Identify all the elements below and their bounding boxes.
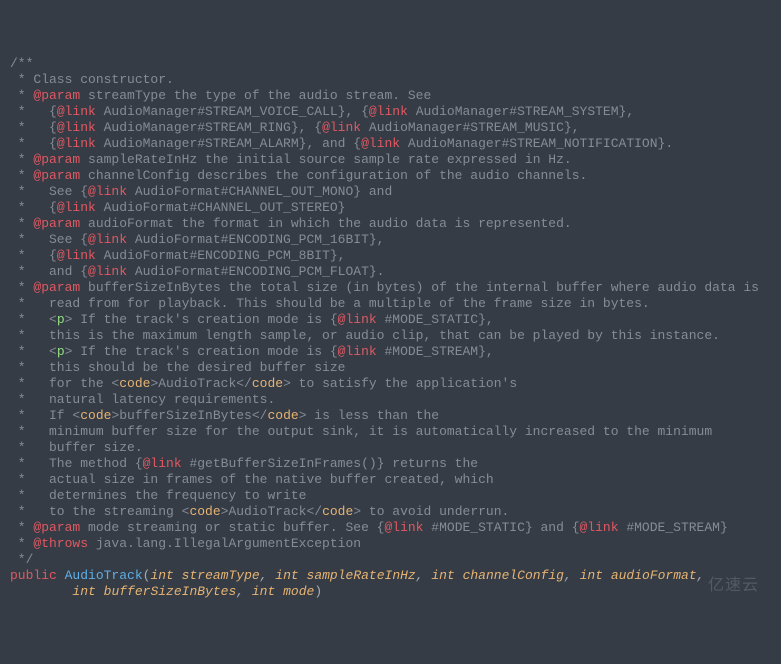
comment-line: * @param mode streaming or static buffer… — [10, 520, 728, 535]
link-tag: @link — [338, 344, 377, 359]
param-mode: mode — [283, 584, 314, 599]
code-tag: code — [322, 504, 353, 519]
code-tag: code — [80, 408, 111, 423]
link-tag: @link — [384, 520, 423, 535]
link-tag: @link — [361, 136, 400, 151]
param-bufferSizeInBytes: bufferSizeInBytes — [104, 584, 237, 599]
code-tag: code — [119, 376, 150, 391]
comment-line: * See {@link AudioFormat#CHANNEL_OUT_MON… — [10, 184, 392, 199]
comment-line: * {@link AudioManager#STREAM_RING}, {@li… — [10, 120, 580, 135]
comment-line: * See {@link AudioFormat#ENCODING_PCM_16… — [10, 232, 384, 247]
comment-line: * {@link AudioFormat#ENCODING_PCM_8BIT}, — [10, 248, 345, 263]
p-tag: p — [57, 312, 65, 327]
comment-line: * read from for playback. This should be… — [10, 296, 650, 311]
param-streamType: streamType — [182, 568, 260, 583]
comment-line: * for the <code>AudioTrack</code> to sat… — [10, 376, 517, 391]
class-name: AudioTrack — [65, 568, 143, 583]
comment-line: * @param audioFormat the format in which… — [10, 216, 572, 231]
comment-line: * <p> If the track's creation mode is {@… — [10, 344, 494, 359]
comment-line: * @param channelConfig describes the con… — [10, 168, 587, 183]
link-tag: @link — [57, 120, 96, 135]
param-tag: @param — [33, 280, 80, 295]
type-int: int — [150, 568, 173, 583]
throws-tag: @throws — [33, 536, 88, 551]
constructor-signature-line1: public AudioTrack(int streamType, int sa… — [10, 568, 704, 583]
param-sampleRateInHz: sampleRateInHz — [307, 568, 416, 583]
type-int: int — [275, 568, 298, 583]
code-tag: code — [252, 376, 283, 391]
comment-line: * {@link AudioFormat#CHANNEL_OUT_STEREO} — [10, 200, 345, 215]
link-tag: @link — [57, 200, 96, 215]
comment-line: * The method {@link #getBufferSizeInFram… — [10, 456, 478, 471]
comment-line: * @throws java.lang.IllegalArgumentExcep… — [10, 536, 361, 551]
link-tag: @link — [580, 520, 619, 535]
link-tag: @link — [57, 136, 96, 151]
param-audioFormat: audioFormat — [611, 568, 697, 583]
link-tag: @link — [57, 248, 96, 263]
param-tag: @param — [33, 216, 80, 231]
link-tag: @link — [338, 312, 377, 327]
param-tag: @param — [33, 88, 80, 103]
param-tag: @param — [33, 168, 80, 183]
link-tag: @link — [322, 120, 361, 135]
link-tag: @link — [88, 184, 127, 199]
type-int: int — [580, 568, 603, 583]
code-block: /** * Class constructor. * @param stream… — [10, 56, 771, 600]
link-tag: @link — [88, 232, 127, 247]
type-int: int — [72, 584, 95, 599]
comment-line: * {@link AudioManager#STREAM_ALARM}, and… — [10, 136, 673, 151]
comment-line: * minimum buffer size for the output sin… — [10, 424, 712, 439]
code-tag: code — [189, 504, 220, 519]
link-tag: @link — [143, 456, 182, 471]
param-tag: @param — [33, 520, 80, 535]
code-tag: code — [267, 408, 298, 423]
comment-line: * {@link AudioManager#STREAM_VOICE_CALL}… — [10, 104, 634, 119]
watermark-text: 亿速云 — [708, 578, 759, 594]
javadoc-close: */ — [10, 552, 33, 567]
comment-line: * and {@link AudioFormat#ENCODING_PCM_FL… — [10, 264, 384, 279]
comment-line: * @param bufferSizeInBytes the total siz… — [10, 280, 759, 295]
comment-line: * <p> If the track's creation mode is {@… — [10, 312, 494, 327]
link-tag: @link — [88, 264, 127, 279]
comment-line: * determines the frequency to write — [10, 488, 306, 503]
comment-line: * this is the maximum length sample, or … — [10, 328, 720, 343]
param-channelConfig: channelConfig — [463, 568, 564, 583]
link-tag: @link — [57, 104, 96, 119]
param-tag: @param — [33, 152, 80, 167]
comment-line: * natural latency requirements. — [10, 392, 275, 407]
comment-line: * @param sampleRateInHz the initial sour… — [10, 152, 572, 167]
comment-line: * this should be the desired buffer size — [10, 360, 345, 375]
type-int: int — [431, 568, 454, 583]
comment-line: * @param streamType the type of the audi… — [10, 88, 431, 103]
comment-line: * If <code>bufferSizeInBytes</code> is l… — [10, 408, 439, 423]
comment-line: * actual size in frames of the native bu… — [10, 472, 494, 487]
type-int: int — [252, 584, 275, 599]
p-tag: p — [57, 344, 65, 359]
link-tag: @link — [369, 104, 408, 119]
constructor-signature-line2: int bufferSizeInBytes, int mode) — [10, 584, 322, 599]
javadoc-open: /** — [10, 56, 33, 71]
comment-line: * to the streaming <code>AudioTrack</cod… — [10, 504, 509, 519]
comment-line: * Class constructor. — [10, 72, 174, 87]
keyword-public: public — [10, 568, 57, 583]
comment-line: * buffer size. — [10, 440, 143, 455]
